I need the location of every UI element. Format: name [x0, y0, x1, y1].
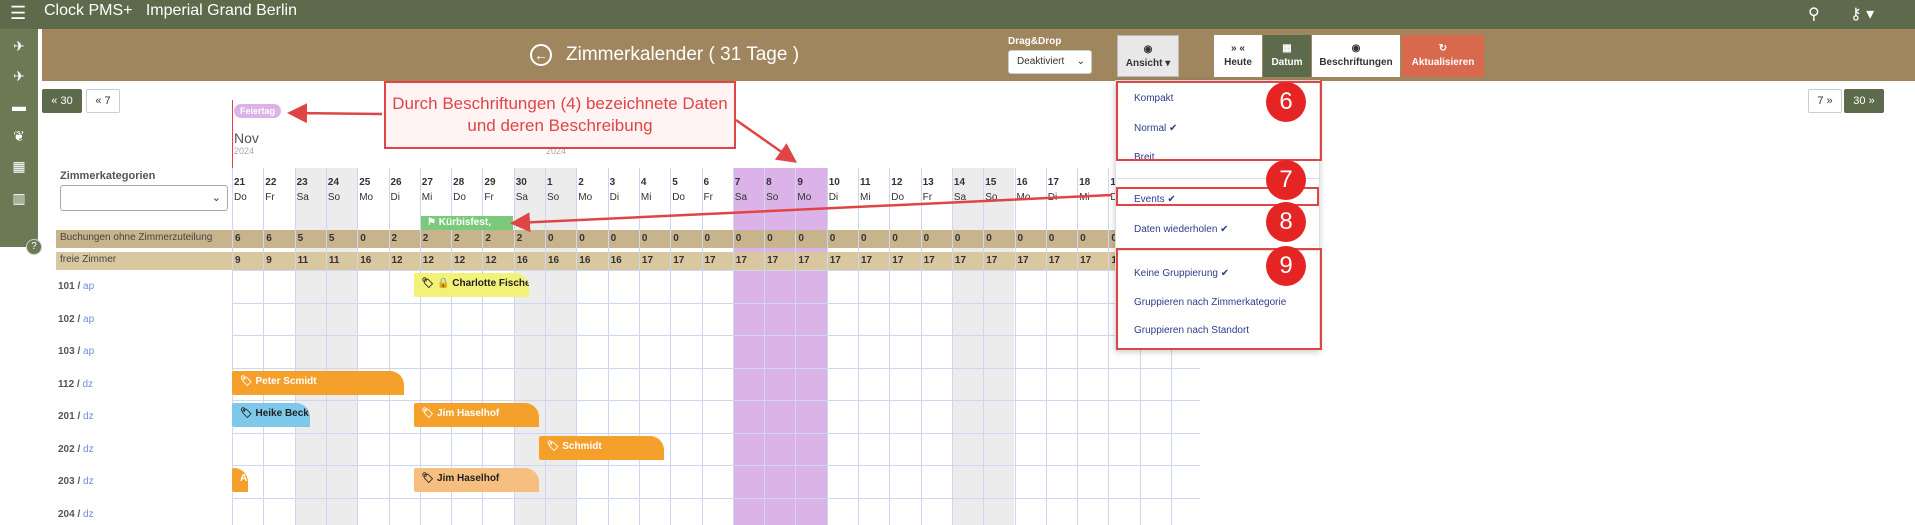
free-rooms-label: freie Zimmer: [60, 254, 117, 265]
annotation-number-8: 8: [1266, 202, 1306, 242]
annotation-number-6: 6: [1266, 82, 1306, 122]
unassigned-label: Buchungen ohne Zimmerzuteilung: [60, 232, 213, 243]
annotation-number-7: 7: [1266, 160, 1306, 200]
annotation-arrows: [287, 103, 1113, 233]
annotation-number-9: 9: [1266, 246, 1306, 286]
